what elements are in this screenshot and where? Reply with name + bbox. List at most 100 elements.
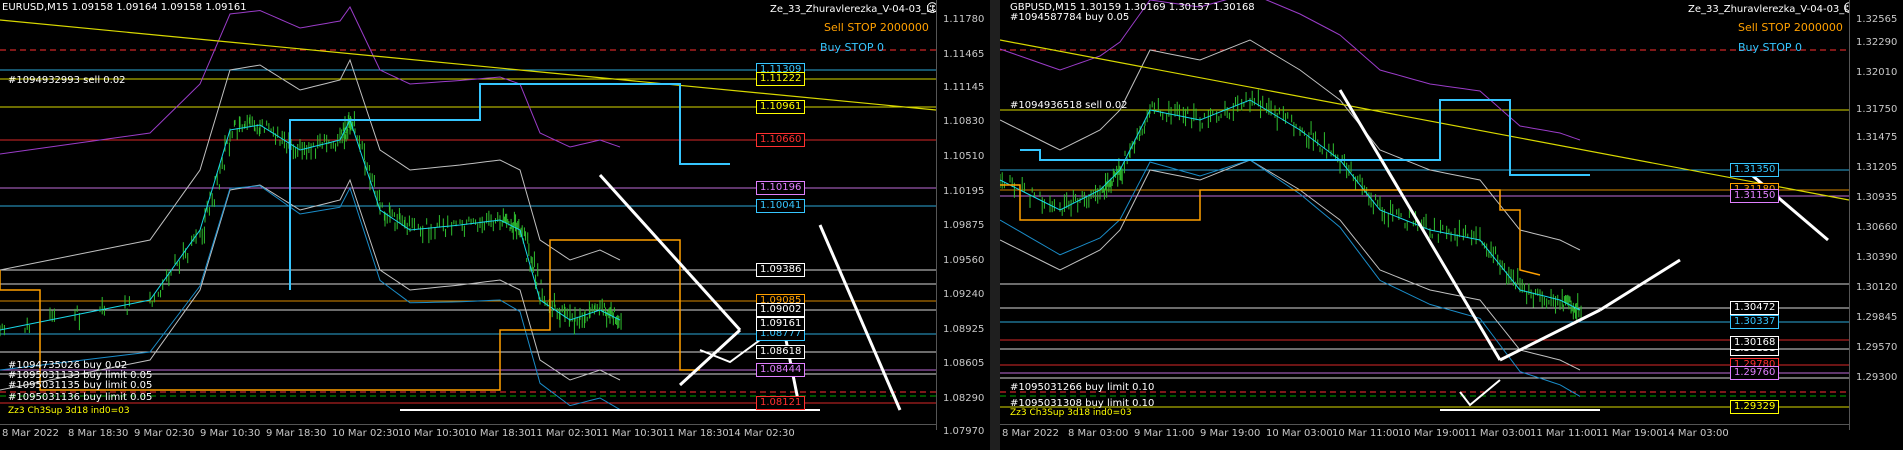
envelope-upper bbox=[1000, 39, 1581, 251]
time-tick: 10 Mar 03:00 bbox=[1266, 428, 1333, 439]
time-axis[interactable]: 8 Mar 2022 8 Mar 03:00 9 Mar 11:00 9 Mar 19… bbox=[1000, 424, 1849, 443]
arrow-line bbox=[1338, 89, 1502, 361]
time-tick: 11 Mar 19:00 bbox=[1596, 428, 1663, 439]
time-tick: 9 Mar 10:30 bbox=[200, 428, 261, 439]
price-axis[interactable]: 1.11780 1.11465 1.11145 1.10830 1.10510 1.101… bbox=[936, 0, 990, 437]
price-tick: 1.30390 bbox=[1856, 252, 1898, 263]
level-label: 1.09161 bbox=[756, 317, 806, 331]
price-axis[interactable]: 1.32565 1.32290 1.32010 1.31750 1.31475 1.312… bbox=[1849, 0, 1903, 430]
price-tick: 1.32565 bbox=[1856, 14, 1898, 25]
level-label: 1.11222 bbox=[756, 72, 806, 86]
level-label: 1.29760 bbox=[1730, 366, 1780, 380]
level-label: 1.31150 bbox=[1730, 189, 1780, 203]
level-label: 1.10196 bbox=[756, 181, 806, 195]
buy-stop-label: Buy STOP 0 bbox=[820, 41, 885, 54]
time-tick: 10 Mar 10:30 bbox=[398, 428, 465, 439]
time-tick: 9 Mar 19:00 bbox=[1200, 428, 1261, 439]
time-tick: 10 Mar 02:30 bbox=[332, 428, 399, 439]
price-tick: 1.29570 bbox=[1856, 342, 1898, 353]
price-tick: 1.29845 bbox=[1856, 312, 1898, 323]
time-tick: 14 Mar 02:30 bbox=[728, 428, 795, 439]
time-tick: 10 Mar 11:00 bbox=[1332, 428, 1399, 439]
level-label: 1.10961 bbox=[756, 100, 806, 114]
price-tick: 1.32010 bbox=[1856, 67, 1898, 78]
arrow-line bbox=[1499, 308, 1601, 362]
price-tick: 1.11465 bbox=[943, 49, 985, 60]
price-tick: 1.10830 bbox=[943, 116, 985, 127]
time-tick: 11 Mar 10:30 bbox=[596, 428, 663, 439]
envelope-upper bbox=[0, 58, 621, 271]
arrow-line bbox=[1599, 258, 1681, 312]
price-tick: 1.08925 bbox=[943, 324, 985, 335]
level-label: 1.08444 bbox=[756, 363, 806, 377]
level-label: 1.09386 bbox=[756, 263, 806, 277]
price-tick: 1.30120 bbox=[1856, 282, 1898, 293]
time-tick: 9 Mar 11:00 bbox=[1134, 428, 1195, 439]
time-tick: 8 Mar 2022 bbox=[1002, 428, 1060, 439]
time-tick: 14 Mar 03:00 bbox=[1662, 428, 1729, 439]
expert-name: Ze_33_Zhuravlerezka_V-04-03_LUla bbox=[1688, 4, 1866, 15]
time-axis[interactable]: 8 Mar 2022 8 Mar 18:30 9 Mar 02:30 9 Mar 10… bbox=[0, 424, 936, 443]
price-tick: 1.11145 bbox=[943, 82, 985, 93]
arrow-line bbox=[598, 173, 742, 332]
time-tick: 11 Mar 11:00 bbox=[1530, 428, 1597, 439]
price-tick: 1.11780 bbox=[943, 14, 985, 25]
time-tick: 10 Mar 18:30 bbox=[464, 428, 531, 439]
sell-stop-label: Sell STOP 2000000 bbox=[824, 21, 929, 34]
time-tick: 9 Mar 18:30 bbox=[266, 428, 327, 439]
price-tick: 1.08605 bbox=[943, 358, 985, 369]
order-label-3: #1095031135 buy limit 0.05 bbox=[8, 380, 153, 391]
price-tick: 1.09875 bbox=[943, 220, 985, 231]
level-label: 1.08618 bbox=[756, 345, 806, 359]
top-order-label: #1094587784 buy 0.05 bbox=[1010, 12, 1130, 23]
level-label: 1.08121 bbox=[756, 396, 806, 410]
price-tick: 1.09560 bbox=[943, 255, 985, 266]
price-tick: 1.31750 bbox=[1856, 104, 1898, 115]
price-tick: 1.10510 bbox=[943, 151, 985, 162]
order-label-1: #1095031266 buy limit 0.10 bbox=[1010, 382, 1155, 393]
time-tick: 9 Mar 02:30 bbox=[134, 428, 195, 439]
price-tick: 1.32290 bbox=[1856, 37, 1898, 48]
level-label: 1.30337 bbox=[1730, 315, 1780, 329]
zz-label: Zz3 Ch3Sup 3d18 ind0=03 bbox=[8, 406, 130, 416]
time-tick: 11 Mar 02:30 bbox=[530, 428, 597, 439]
level-label: 1.30168 bbox=[1730, 336, 1780, 350]
step-line-cyan bbox=[1020, 99, 1590, 176]
price-tick: 1.31475 bbox=[1856, 132, 1898, 143]
arrow-line bbox=[818, 224, 902, 411]
step-line-cyan bbox=[289, 83, 730, 290]
level-label: 1.29329 bbox=[1730, 400, 1780, 414]
time-tick: 10 Mar 19:00 bbox=[1398, 428, 1465, 439]
chart-title: EURUSD,M15 1.09158 1.09164 1.09158 1.091… bbox=[2, 2, 247, 13]
arrow-line bbox=[678, 328, 742, 387]
time-tick: 11 Mar 03:00 bbox=[1464, 428, 1531, 439]
time-tick: 8 Mar 18:30 bbox=[68, 428, 129, 439]
sell-stop-label: Sell STOP 2000000 bbox=[1738, 21, 1843, 34]
price-tick: 1.29300 bbox=[1856, 372, 1898, 383]
sell-order-label: #1094936518 sell 0.02 bbox=[1010, 100, 1128, 111]
chart-gbpusd[interactable]: GBPUSD,M15 1.30159 1.30169 1.30157 1.301… bbox=[1000, 0, 1903, 450]
time-tick: 8 Mar 03:00 bbox=[1068, 428, 1129, 439]
sell-order-label: #1094932993 sell 0.02 bbox=[8, 75, 126, 86]
trend-line-yellow bbox=[1000, 39, 1850, 201]
zz-label: Zz3 Ch3Sup 3d18 ind0=03 bbox=[1010, 408, 1132, 418]
level-label: 1.09002 bbox=[756, 303, 806, 317]
level-label: 1.30472 bbox=[1730, 301, 1780, 315]
buy-stop-label: Buy STOP 0 bbox=[1738, 41, 1803, 54]
price-tick: 1.09240 bbox=[943, 289, 985, 300]
time-tick: 11 Mar 18:30 bbox=[662, 428, 729, 439]
price-tick: 1.08290 bbox=[943, 393, 985, 404]
level-label: 1.10660 bbox=[756, 133, 806, 147]
level-label: 1.31350 bbox=[1730, 163, 1780, 177]
chart-eurusd[interactable]: EURUSD,M15 1.09158 1.09164 1.09158 1.091… bbox=[0, 0, 990, 450]
price-tick: 1.30660 bbox=[1856, 222, 1898, 233]
expert-name: Ze_33_Zhuravlerezka_V-04-03_LUla bbox=[770, 4, 948, 15]
level-label: 1.10041 bbox=[756, 199, 806, 213]
price-tick: 1.07970 bbox=[943, 426, 985, 437]
price-tick: 1.31205 bbox=[1856, 162, 1898, 173]
window-divider[interactable] bbox=[990, 0, 1000, 450]
time-tick: 8 Mar 2022 bbox=[2, 428, 60, 439]
price-tick: 1.30935 bbox=[1856, 192, 1898, 203]
price-ma bbox=[0, 118, 621, 331]
envelope-lower bbox=[1000, 159, 1581, 371]
